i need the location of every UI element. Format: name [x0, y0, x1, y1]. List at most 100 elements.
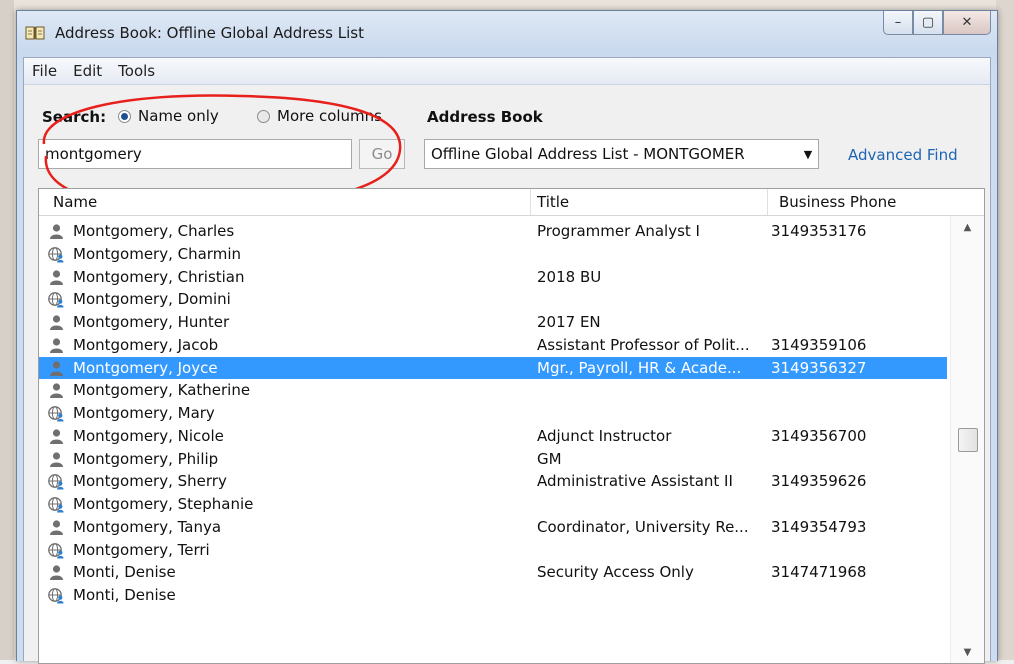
vertical-scrollbar[interactable]: ▲ ▼ — [950, 216, 984, 663]
row-title: Coordinator, University Re... — [537, 517, 749, 536]
globe-contact-icon — [48, 291, 65, 308]
advanced-find-link[interactable]: Advanced Find — [848, 146, 958, 164]
row-name: Montgomery, Stephanie — [73, 495, 254, 513]
row-name: Monti, Denise — [73, 563, 176, 582]
radio-button-selected[interactable] — [118, 109, 131, 123]
column-divider[interactable] — [767, 189, 768, 215]
person-icon — [48, 269, 65, 286]
row-business-phone: 3149353176 — [771, 222, 867, 240]
person-icon — [48, 564, 65, 581]
row-name: Montgomery, Charles — [73, 222, 235, 240]
table-row-selected[interactable]: Montgomery, Joyce Mgr., Payroll, HR & Aca… — [39, 356, 947, 380]
address-book-selected-value: Offline Global Address List - MONTGOMER — [431, 145, 745, 163]
column-divider[interactable] — [530, 189, 531, 215]
globe-contact-icon — [48, 496, 65, 513]
minimize-button[interactable]: – — [883, 11, 913, 35]
person-icon — [48, 223, 65, 240]
search-label: Search: — [42, 108, 107, 126]
person-icon — [48, 360, 65, 377]
row-title: Mgr., Payroll, HR & Acade... — [537, 358, 742, 377]
radio-name-only-label: Name only — [138, 107, 219, 125]
close-icon: ✕ — [961, 15, 973, 30]
radio-button-unselected[interactable] — [257, 109, 270, 123]
caption-buttons: – ▢ ✕ — [883, 11, 991, 35]
table-row[interactable]: Montgomery, Charmin — [39, 243, 947, 266]
radio-more-columns[interactable]: More columns — [257, 107, 382, 125]
row-business-phone: 3147471968 — [771, 563, 867, 582]
title-bar[interactable]: Address Book: Offline Global Address Lis… — [17, 11, 997, 57]
globe-contact-icon — [48, 405, 65, 422]
table-row[interactable]: Montgomery, Tanya Coordinator, University… — [39, 516, 947, 539]
row-name: Montgomery, Philip — [73, 449, 219, 468]
table-row[interactable]: Montgomery, Philip GM — [39, 448, 947, 471]
row-title: Administrative Assistant II — [537, 472, 733, 491]
scroll-up-icon[interactable]: ▲ — [951, 216, 984, 238]
row-title: Assistant Professor of Polit... — [537, 335, 750, 354]
table-row[interactable]: Montgomery, Sherry Administrative Assista… — [39, 470, 947, 493]
row-name: Montgomery, Tanya — [73, 517, 222, 536]
row-business-phone: 3149356700 — [771, 426, 867, 445]
go-button[interactable]: Go — [359, 139, 405, 169]
row-title: GM — [537, 449, 562, 468]
column-header-business-phone[interactable]: Business Phone — [779, 193, 896, 211]
row-business-phone: 3149354793 — [771, 517, 867, 536]
table-row[interactable]: Montgomery, Katherine — [39, 379, 947, 402]
row-title: Adjunct Instructor — [537, 426, 672, 445]
maximize-icon: ▢ — [921, 15, 935, 30]
window-title: Address Book: Offline Global Address Lis… — [55, 24, 364, 42]
table-row[interactable]: Montgomery, Charles Programmer Analyst I 3… — [39, 220, 947, 243]
person-icon — [48, 519, 65, 536]
close-button[interactable]: ✕ — [943, 11, 991, 35]
row-title: 2018 BU — [537, 267, 602, 286]
list-rows: Montgomery, Charles Programmer Analyst I 3… — [39, 220, 947, 607]
row-name: Montgomery, Jacob — [73, 335, 219, 354]
globe-contact-icon — [48, 246, 65, 263]
address-book-icon — [25, 26, 45, 40]
row-name: Montgomery, Charmin — [73, 244, 241, 263]
menu-edit[interactable]: Edit — [65, 62, 110, 80]
table-row[interactable]: Montgomery, Christian 2018 BU — [39, 266, 947, 289]
table-row[interactable]: Montgomery, Hunter 2017 EN — [39, 311, 947, 334]
table-row[interactable]: Montgomery, Mary — [39, 402, 947, 425]
background-window-edge-right — [996, 0, 1014, 660]
row-business-phone: 3149359626 — [771, 472, 867, 491]
address-book-window: Address Book: Offline Global Address Lis… — [16, 10, 998, 664]
dropdown-arrow-icon[interactable]: ▼ — [798, 148, 818, 161]
row-name: Montgomery, Mary — [73, 404, 215, 422]
row-name: Montgomery, Terri — [73, 540, 210, 559]
row-name: Montgomery, Christian — [73, 267, 245, 286]
column-header-name[interactable]: Name — [53, 193, 97, 211]
row-name: Montgomery, Nicole — [73, 426, 224, 445]
table-row[interactable]: Monti, Denise Security Access Only 3147471… — [39, 561, 947, 584]
person-icon — [48, 337, 65, 354]
table-row[interactable]: Monti, Denise — [39, 584, 947, 607]
address-book-dropdown[interactable]: Offline Global Address List - MONTGOMER … — [424, 139, 819, 169]
person-icon — [48, 382, 65, 399]
search-input[interactable] — [38, 139, 352, 169]
background-window-edge-left — [0, 0, 14, 660]
radio-more-columns-label: More columns — [277, 107, 382, 125]
row-name: Montgomery, Katherine — [73, 381, 251, 400]
dialog-client-area: File Edit Tools Search: Name only More c… — [23, 57, 991, 664]
row-business-phone: 3149359106 — [771, 335, 867, 354]
row-name: Monti, Denise — [73, 586, 176, 604]
column-header-title[interactable]: Title — [537, 193, 569, 211]
menu-tools[interactable]: Tools — [110, 62, 163, 80]
table-row[interactable]: Montgomery, Terri — [39, 539, 947, 562]
scrollbar-thumb[interactable] — [958, 428, 978, 452]
row-title: Security Access Only — [537, 563, 694, 582]
row-title: 2017 EN — [537, 313, 601, 331]
person-icon — [48, 428, 65, 445]
person-icon — [48, 451, 65, 468]
row-name: Montgomery, Sherry — [73, 472, 227, 491]
table-row[interactable]: Montgomery, Nicole Adjunct Instructor 3149… — [39, 425, 947, 448]
list-header: Name Title Business Phone — [39, 189, 984, 216]
table-row[interactable]: Montgomery, Domini — [39, 288, 947, 311]
address-book-label: Address Book — [427, 108, 543, 126]
maximize-button[interactable]: ▢ — [913, 11, 943, 35]
row-business-phone: 3149356327 — [771, 358, 867, 377]
menu-file[interactable]: File — [24, 62, 65, 80]
table-row[interactable]: Montgomery, Jacob Assistant Professor of … — [39, 334, 947, 357]
radio-name-only[interactable]: Name only — [118, 107, 219, 125]
table-row[interactable]: Montgomery, Stephanie — [39, 493, 947, 516]
